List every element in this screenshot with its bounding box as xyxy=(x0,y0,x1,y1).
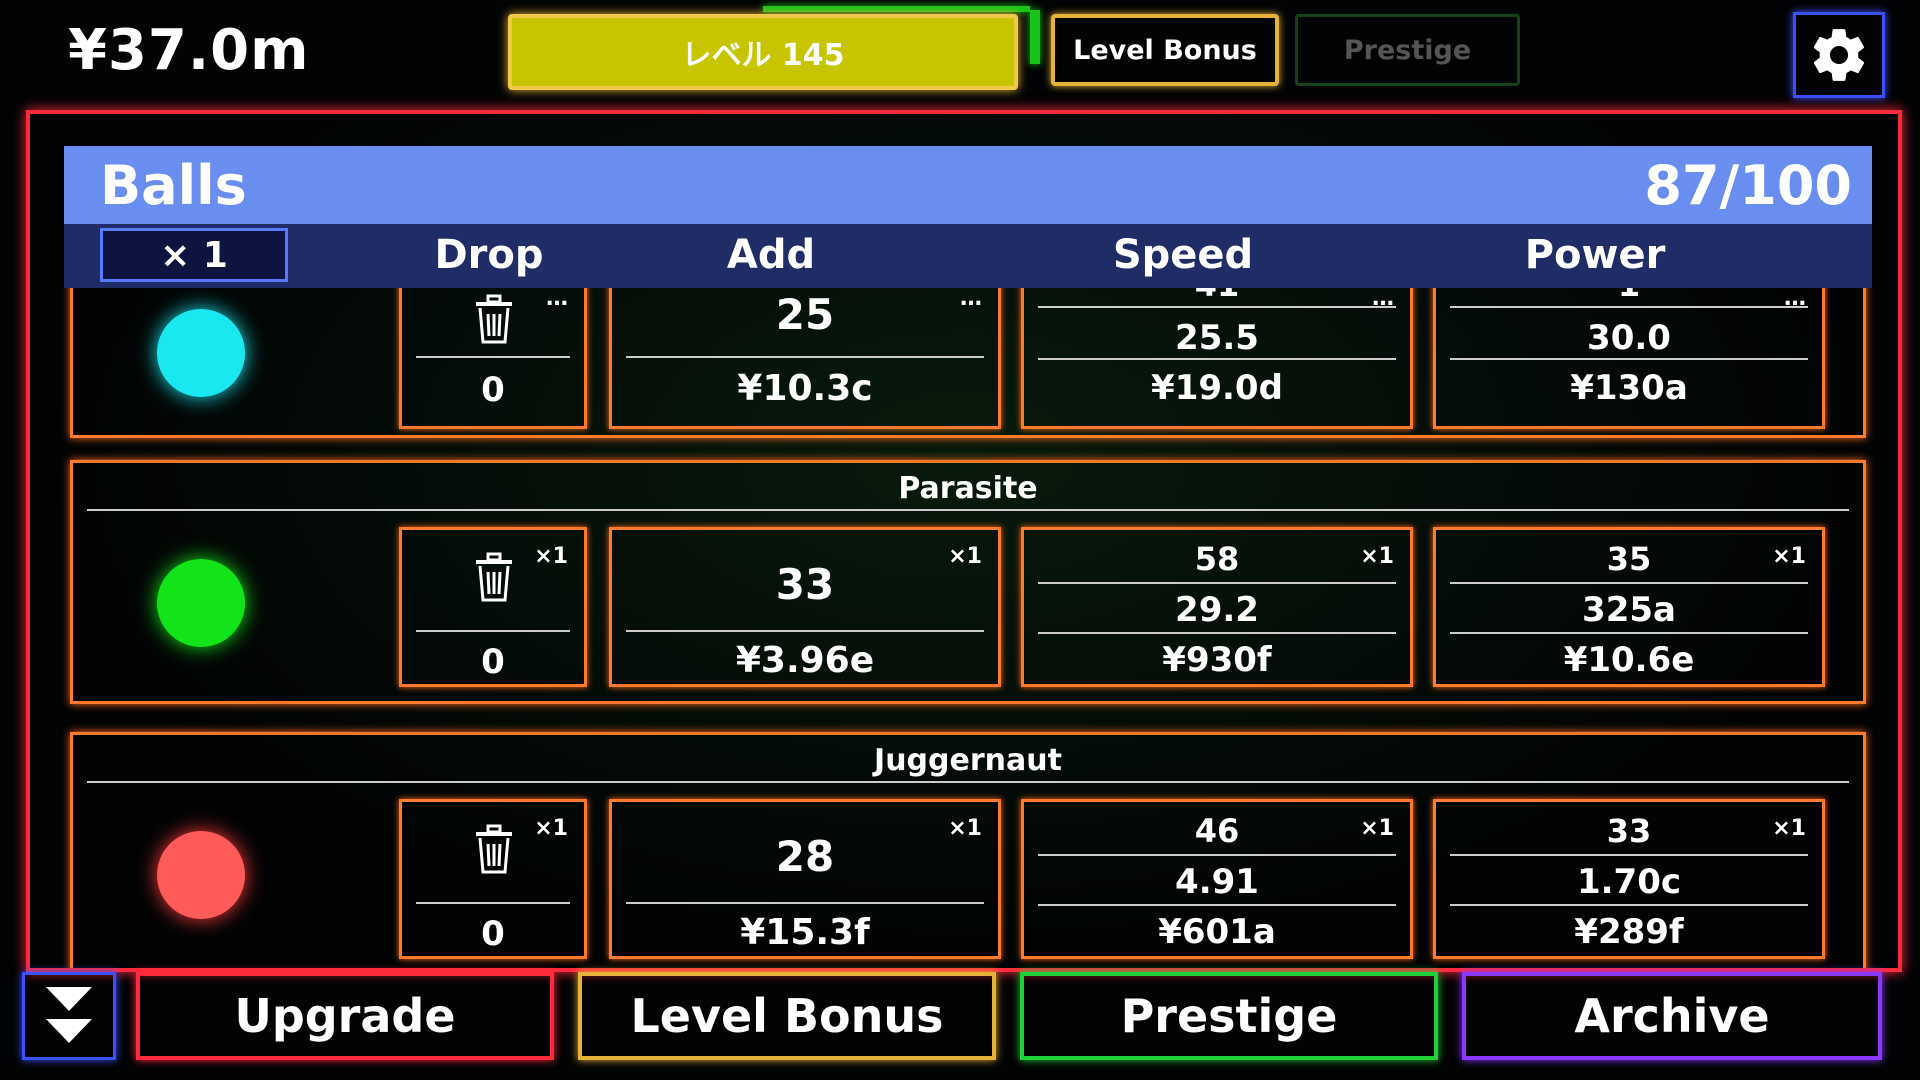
balls-panel: Balls 87/100 × 1 Drop Add Speed Power … … xyxy=(26,110,1902,972)
speed-level: 58 xyxy=(1194,540,1240,578)
power-level: 35 xyxy=(1606,540,1652,578)
row-divider xyxy=(87,781,1849,783)
drop-value: 0 xyxy=(481,642,505,682)
panel-title: Balls xyxy=(100,154,247,217)
speed-level: 41 xyxy=(1024,288,1410,304)
panel-header: Balls 87/100 xyxy=(64,146,1872,224)
ball-row-juggernaut: Juggernaut ×1 0 ×1 28 ¥15.3f ×1 46 4.91 xyxy=(70,732,1866,968)
cell-divider xyxy=(1450,306,1808,308)
nav-prestige-button[interactable]: Prestige xyxy=(1020,972,1438,1060)
speed-value: 25.5 xyxy=(1175,318,1259,358)
power-cell[interactable]: ×1 33 1.70c ¥289f xyxy=(1433,799,1825,959)
nav-archive-button[interactable]: Archive xyxy=(1462,972,1882,1060)
ball-icon xyxy=(157,559,245,647)
power-value: 1.70c xyxy=(1576,862,1682,902)
add-cost: ¥10.3c xyxy=(737,368,873,409)
chevron-down-icon xyxy=(46,987,92,1043)
cell-divider xyxy=(1450,582,1808,584)
speed-cost: ¥19.0d xyxy=(1151,368,1283,408)
ball-icon xyxy=(157,831,245,919)
top-prestige-button[interactable]: Prestige xyxy=(1295,14,1520,86)
add-cell[interactable]: … 25 ¥10.3c xyxy=(609,288,1001,429)
add-value: 28 xyxy=(775,832,835,881)
speed-value: 4.91 xyxy=(1175,862,1259,902)
drop-value: 0 xyxy=(481,370,505,410)
cell-divider xyxy=(1038,904,1396,906)
add-cost: ¥15.3f xyxy=(740,912,870,953)
cell-divider xyxy=(1038,632,1396,634)
level-progress-bar xyxy=(763,6,1030,12)
level-progress-bar-edge xyxy=(1030,10,1040,64)
ball-name: Parasite xyxy=(898,471,1038,506)
speed-value: 29.2 xyxy=(1175,590,1259,630)
speed-cell[interactable]: … 41 25.5 ¥19.0d xyxy=(1021,288,1413,429)
row-divider xyxy=(87,509,1849,511)
ball-list[interactable]: … 0 … 25 ¥10.3c … 41 25.5 ¥19.0d … xyxy=(30,288,1898,968)
nav-upgrade-button[interactable]: Upgrade xyxy=(136,972,554,1060)
ball-row: … 0 … 25 ¥10.3c … 41 25.5 ¥19.0d … xyxy=(70,288,1866,438)
cell-divider xyxy=(1450,358,1808,360)
ball-icon xyxy=(157,309,245,397)
drop-cell[interactable]: ×1 0 xyxy=(399,527,587,687)
multiplier-button[interactable]: × 1 xyxy=(100,228,288,282)
gear-icon xyxy=(1813,29,1865,81)
speed-cost: ¥930f xyxy=(1162,640,1272,680)
speed-cost: ¥601a xyxy=(1158,912,1276,952)
column-header-bar: × 1 Drop Add Speed Power xyxy=(64,224,1872,288)
cell-divider xyxy=(1450,632,1808,634)
drop-multiplier: ×1 xyxy=(534,816,568,841)
cell-divider xyxy=(1038,854,1396,856)
level-widget[interactable]: レベル 145 xyxy=(508,6,1040,90)
power-cost: ¥10.6e xyxy=(1563,640,1695,680)
column-drop: Drop xyxy=(434,232,544,278)
add-cell[interactable]: ×1 33 ¥3.96e xyxy=(609,527,1001,687)
cell-divider xyxy=(1038,358,1396,360)
power-value: 30.0 xyxy=(1587,318,1671,358)
cell-divider xyxy=(626,902,984,904)
cell-divider xyxy=(416,630,570,632)
ball-count: 87/100 xyxy=(1644,154,1852,217)
money-counter: ¥37.0m xyxy=(68,18,310,83)
speed-level: 46 xyxy=(1194,812,1240,850)
settings-button[interactable] xyxy=(1793,12,1885,98)
power-cell[interactable]: … 1 30.0 ¥130a xyxy=(1433,288,1825,429)
drop-multiplier: … xyxy=(546,288,568,311)
column-speed: Speed xyxy=(1112,232,1254,278)
add-value: 25 xyxy=(775,290,835,339)
trash-icon[interactable] xyxy=(472,294,516,346)
level-button[interactable]: レベル 145 xyxy=(508,14,1018,90)
column-power: Power xyxy=(1524,232,1666,278)
trash-icon[interactable] xyxy=(472,552,516,604)
add-cost: ¥3.96e xyxy=(735,640,875,681)
top-level-bonus-button[interactable]: Level Bonus xyxy=(1051,14,1279,86)
column-add: Add xyxy=(726,232,816,278)
power-cost: ¥130a xyxy=(1570,368,1688,408)
power-cell[interactable]: ×1 35 325a ¥10.6e xyxy=(1433,527,1825,687)
cell-divider xyxy=(626,630,984,632)
speed-cell[interactable]: ×1 58 29.2 ¥930f xyxy=(1021,527,1413,687)
ball-name: Juggernaut xyxy=(874,743,1062,778)
power-level: 33 xyxy=(1606,812,1652,850)
cell-divider xyxy=(1450,854,1808,856)
add-cell[interactable]: ×1 28 ¥15.3f xyxy=(609,799,1001,959)
drop-cell[interactable]: ×1 0 xyxy=(399,799,587,959)
power-value: 325a xyxy=(1582,590,1676,630)
cell-divider xyxy=(416,902,570,904)
drop-value: 0 xyxy=(481,914,505,954)
drop-cell[interactable]: … 0 xyxy=(399,288,587,429)
drop-multiplier: ×1 xyxy=(534,544,568,569)
collapse-panel-button[interactable] xyxy=(22,972,116,1060)
cell-divider xyxy=(1038,306,1396,308)
trash-icon[interactable] xyxy=(472,824,516,876)
power-cost: ¥289f xyxy=(1574,912,1684,952)
ball-row-parasite: Parasite ×1 0 ×1 33 ¥3.96e ×1 58 29.2 ¥9… xyxy=(70,460,1866,704)
speed-cell[interactable]: ×1 46 4.91 ¥601a xyxy=(1021,799,1413,959)
cell-divider xyxy=(1450,904,1808,906)
add-value: 33 xyxy=(775,560,835,609)
cell-divider xyxy=(416,356,570,358)
power-level: 1 xyxy=(1436,288,1822,304)
cell-divider xyxy=(626,356,984,358)
cell-divider xyxy=(1038,582,1396,584)
nav-level-bonus-button[interactable]: Level Bonus xyxy=(578,972,996,1060)
